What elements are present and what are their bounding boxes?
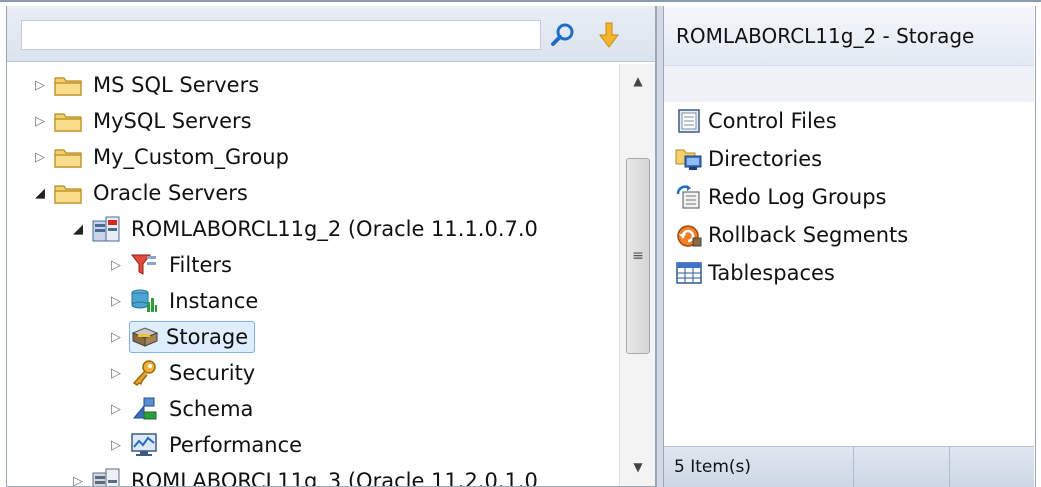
scroll-up-icon[interactable]: ▲	[620, 64, 655, 98]
list-item-label: Rollback Segments	[708, 223, 909, 247]
list-item-label: Tablespaces	[708, 261, 835, 285]
list-item-label: Directories	[708, 147, 823, 171]
details-panel: ROMLABORCL11g_2 - Storage Control Files …	[664, 6, 1036, 487]
list-item-directories[interactable]: Directories	[664, 140, 1034, 178]
server-icon	[91, 467, 121, 486]
storage-icon	[130, 323, 160, 351]
search-bar	[7, 6, 655, 62]
search-icon[interactable]	[545, 20, 581, 50]
expand-arrow-icon[interactable]: ▷	[103, 356, 129, 390]
folder-icon	[53, 107, 83, 135]
details-header: ROMLABORCL11g_2 - Storage	[664, 6, 1034, 66]
instance-icon	[129, 287, 159, 315]
app-window: ▷ MS SQL Servers ▷ MySQL Servers ▷ My_Cu…	[0, 0, 1041, 487]
tree-scrollbar[interactable]: ▲ ≡ ▼	[619, 64, 655, 486]
tree-item-label: Instance	[169, 289, 259, 313]
redo-log-icon	[674, 183, 704, 211]
tree-item-label: My_Custom_Group	[93, 145, 289, 169]
folder-icon	[53, 71, 83, 99]
folder-icon	[53, 179, 83, 207]
list-item-label: Control Files	[708, 109, 837, 133]
expand-arrow-icon[interactable]: ▷	[103, 392, 129, 426]
expand-arrow-icon[interactable]: ▷	[103, 428, 129, 462]
tablespaces-icon	[674, 259, 704, 287]
collapse-arrow-icon[interactable]: ◢	[27, 176, 53, 210]
list-item-rollback-segments[interactable]: Rollback Segments	[664, 216, 1034, 254]
tree-item-label: Security	[169, 361, 256, 385]
tree-item-my-custom-group[interactable]: ▷ My_Custom_Group	[27, 140, 293, 174]
tree-item-security[interactable]: ▷ Security	[103, 356, 259, 390]
status-cell	[854, 447, 950, 487]
key-icon	[129, 359, 159, 387]
status-item-count: 5 Item(s)	[664, 447, 854, 487]
status-bar: 5 Item(s)	[664, 446, 1034, 487]
collapse-arrow-icon[interactable]: ◢	[65, 212, 91, 246]
directories-icon	[674, 145, 704, 173]
tree-item-performance[interactable]: ▷ Performance	[103, 428, 306, 462]
tree-item-filters[interactable]: ▷ Filters	[103, 248, 236, 282]
scroll-thumb[interactable]: ≡	[626, 158, 650, 354]
tree-item-schema[interactable]: ▷ Schema	[103, 392, 257, 426]
list-item-label: Redo Log Groups	[708, 185, 887, 209]
status-cell	[950, 447, 1034, 487]
tree-item-server-romlaborcl11g-3[interactable]: ▷ ROMLABORCL11g_3 (Oracle 11.2.0.1.0	[65, 464, 542, 487]
search-input[interactable]	[21, 20, 541, 50]
expand-arrow-icon[interactable]: ▷	[27, 104, 53, 138]
details-list: Control Files Directories Redo Log Group…	[664, 102, 1034, 292]
tree-item-storage[interactable]: ▷ Storage	[103, 320, 256, 354]
tree-item-label: MS SQL Servers	[93, 73, 260, 97]
tree-item-ms-sql-servers[interactable]: ▷ MS SQL Servers	[27, 68, 263, 102]
scroll-down-icon[interactable]: ▼	[620, 450, 655, 484]
tree-item-label: Storage	[166, 325, 249, 349]
navigation-tree: ▷ MS SQL Servers ▷ MySQL Servers ▷ My_Cu…	[7, 64, 619, 487]
list-item-redo-log-groups[interactable]: Redo Log Groups	[664, 178, 1034, 216]
selected-node[interactable]: Storage	[129, 321, 256, 353]
expand-arrow-icon[interactable]: ▷	[103, 284, 129, 318]
tree-item-label: Schema	[169, 397, 254, 421]
tree-item-label: Oracle Servers	[93, 181, 248, 205]
arrow-down-icon[interactable]	[591, 18, 627, 52]
tree-item-label: ROMLABORCL11g_2 (Oracle 11.1.0.7.0	[131, 217, 538, 241]
tree-item-instance[interactable]: ▷ Instance	[103, 284, 262, 318]
expand-arrow-icon[interactable]: ▷	[65, 464, 91, 487]
performance-icon	[129, 431, 159, 459]
expand-arrow-icon[interactable]: ▷	[103, 320, 129, 354]
folder-icon	[53, 143, 83, 171]
filter-icon	[129, 251, 159, 279]
expand-arrow-icon[interactable]: ▷	[27, 68, 53, 102]
tree-item-server-romlaborcl11g-2[interactable]: ◢ ROMLABORCL11g_2 (Oracle 11.1.0.7.0	[65, 212, 542, 246]
server-icon	[91, 215, 121, 243]
expand-arrow-icon[interactable]: ▷	[27, 140, 53, 174]
tree-item-label: Performance	[169, 433, 303, 457]
list-item-control-files[interactable]: Control Files	[664, 102, 1034, 140]
details-title: ROMLABORCL11g_2 - Storage	[676, 24, 975, 48]
tree-item-label: MySQL Servers	[93, 109, 252, 133]
details-toolbar	[664, 66, 1034, 102]
panel-splitter[interactable]	[656, 6, 664, 487]
tree-item-oracle-servers[interactable]: ◢ Oracle Servers	[27, 176, 252, 210]
tree-item-label: ROMLABORCL11g_3 (Oracle 11.2.0.1.0	[131, 469, 538, 487]
tree-item-mysql-servers[interactable]: ▷ MySQL Servers	[27, 104, 256, 138]
schema-icon	[129, 395, 159, 423]
list-item-tablespaces[interactable]: Tablespaces	[664, 254, 1034, 292]
rollback-icon	[674, 221, 704, 249]
tree-panel: ▷ MS SQL Servers ▷ MySQL Servers ▷ My_Cu…	[6, 6, 656, 487]
control-files-icon	[674, 107, 704, 135]
expand-arrow-icon[interactable]: ▷	[103, 248, 129, 282]
tree-item-label: Filters	[169, 253, 232, 277]
